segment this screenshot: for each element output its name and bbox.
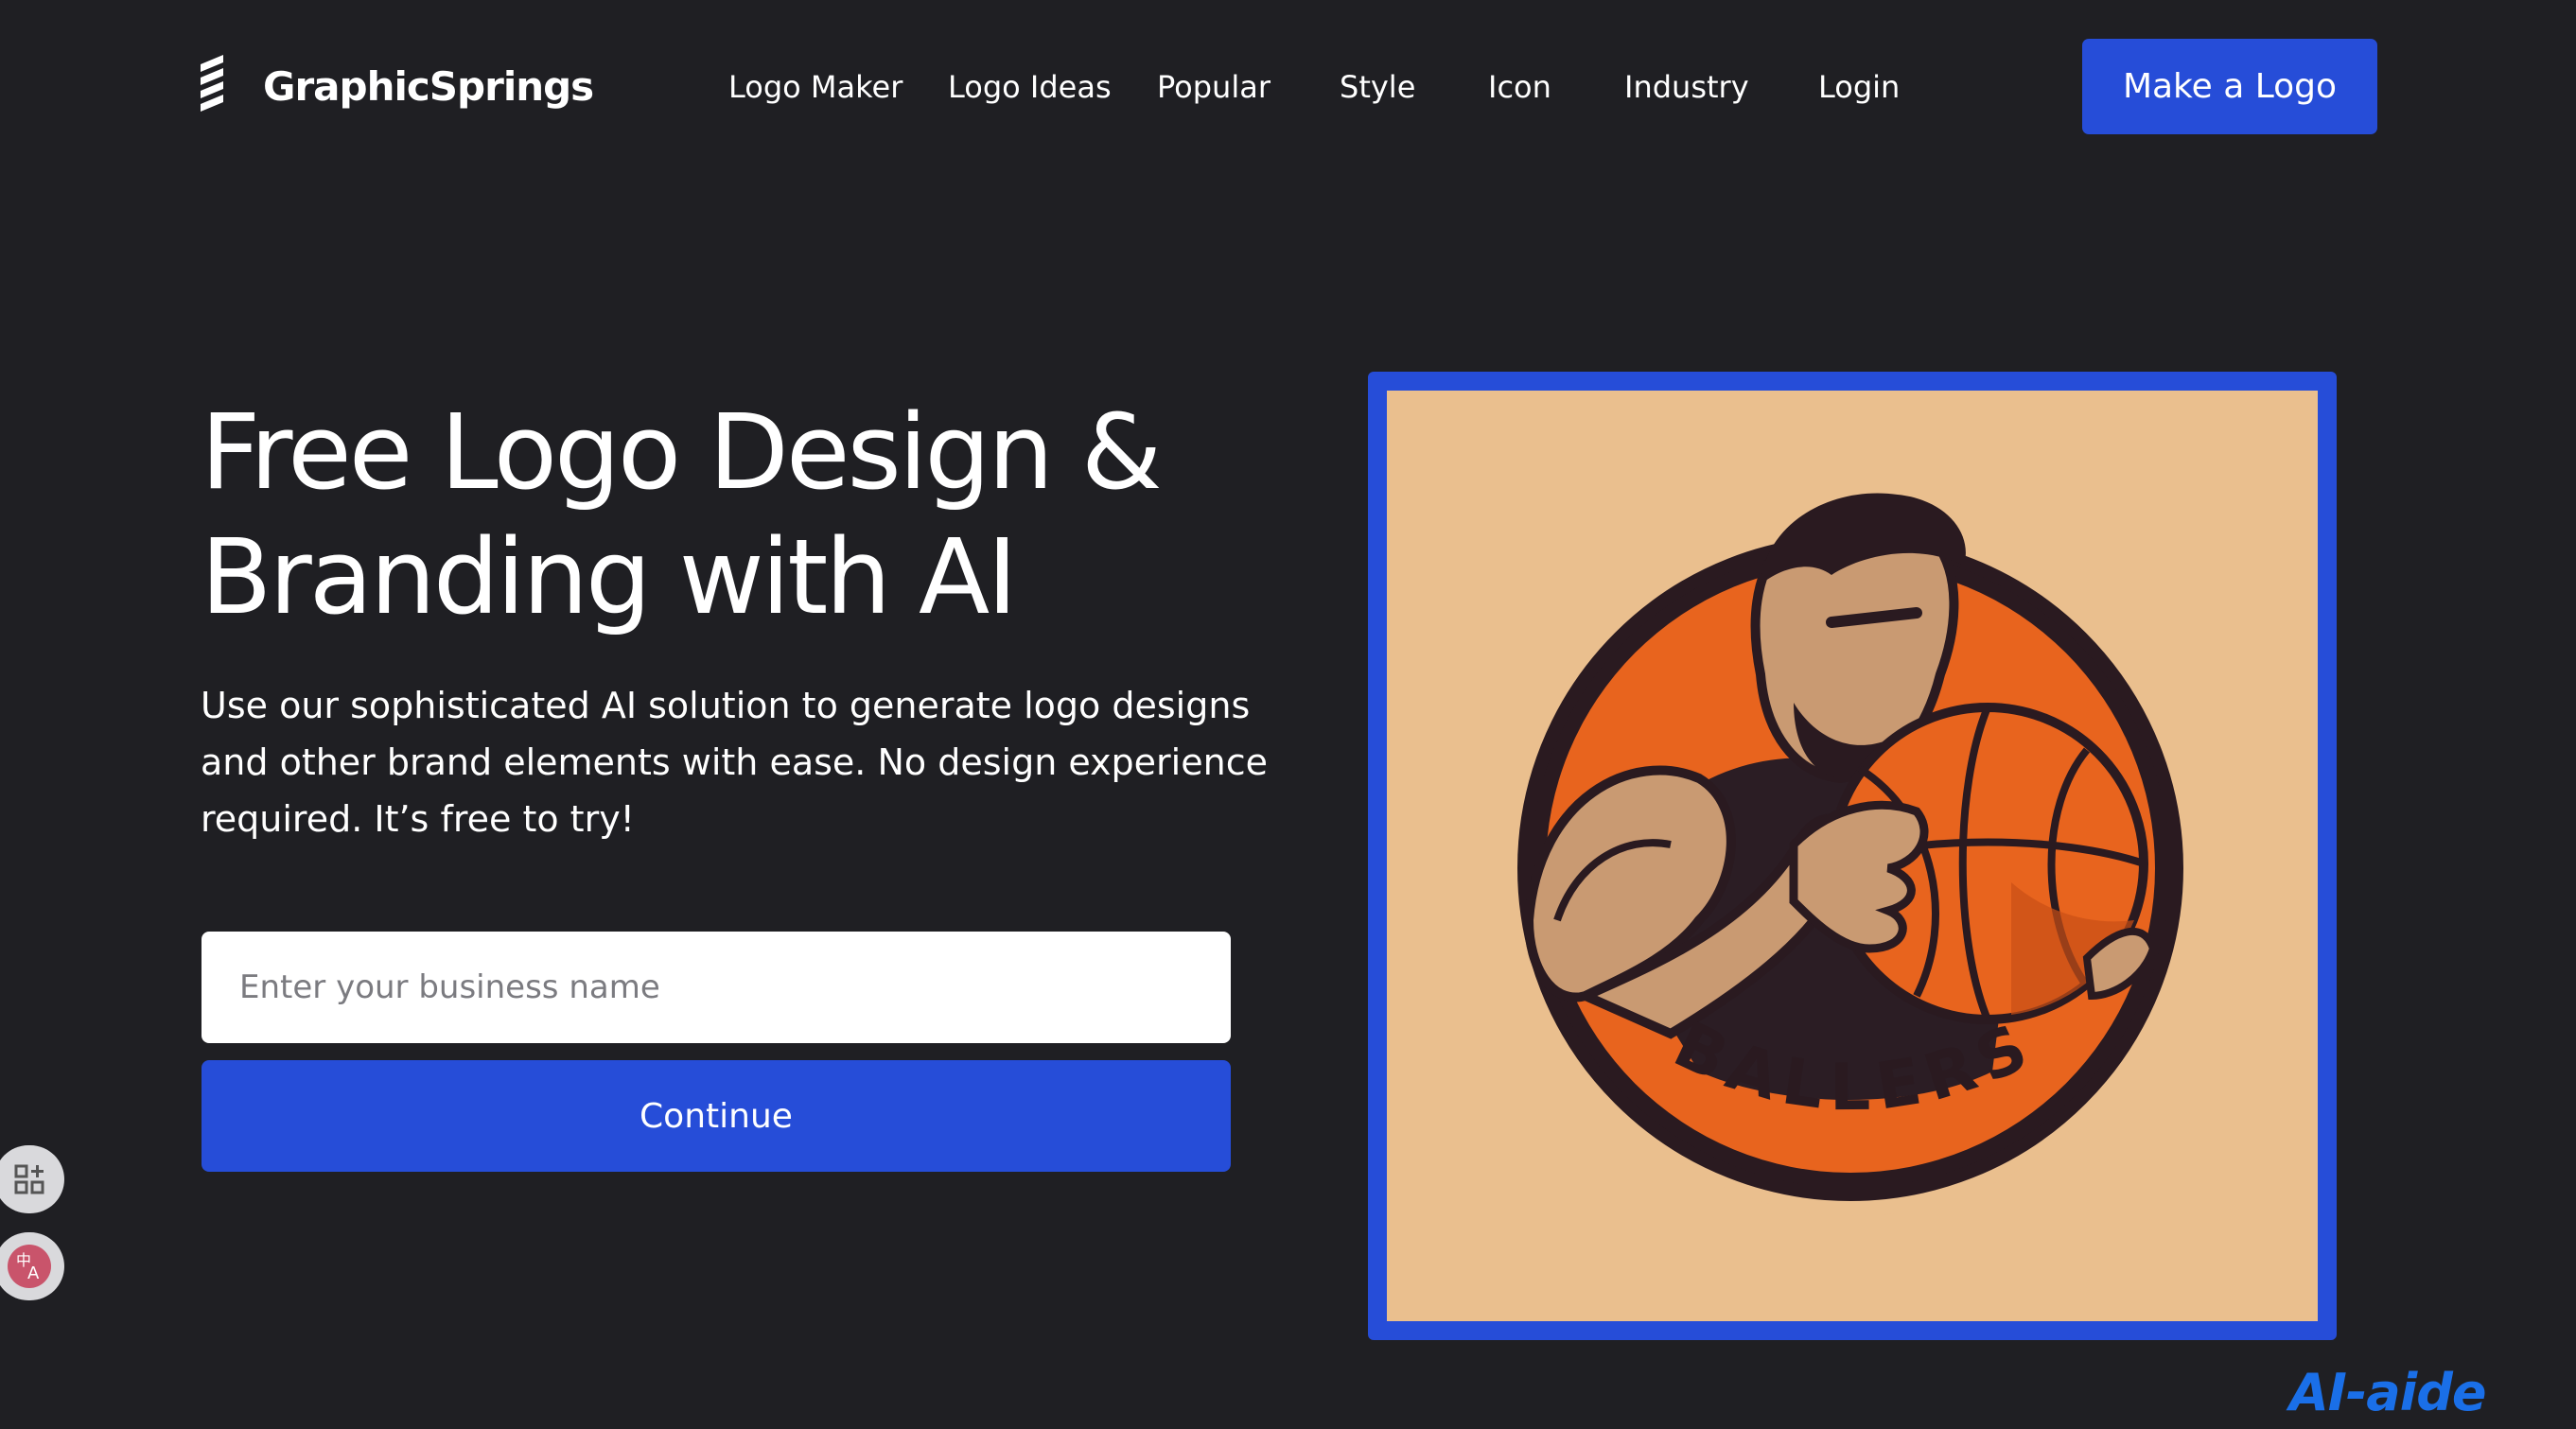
ai-aide-watermark: AI-aide bbox=[2289, 1363, 2487, 1422]
hero-title-line: Free Logo Design & bbox=[201, 392, 1163, 513]
translate-icon[interactable]: 中 A bbox=[0, 1232, 64, 1300]
make-a-logo-button[interactable]: Make a Logo bbox=[2082, 39, 2377, 134]
ballers-mascot-illustration: BALLERS bbox=[1517, 493, 2183, 1321]
hero-description-line: required. It’s free to try! bbox=[201, 798, 635, 840]
hero-title-line: Branding with AI bbox=[201, 516, 1018, 637]
hero-logo-image: BALLERS bbox=[1368, 372, 2337, 1340]
hero-description: Use our sophisticated AI solution to gen… bbox=[201, 677, 1268, 847]
hero-description-line: and other brand elements with ease. No d… bbox=[201, 741, 1268, 783]
graphicsprings-logo-icon[interactable] bbox=[199, 55, 227, 115]
nav-industry[interactable]: Industry bbox=[1624, 66, 1749, 108]
apps-add-icon[interactable] bbox=[0, 1145, 64, 1213]
nav-popular[interactable]: Popular bbox=[1157, 66, 1270, 108]
hero-title: Free Logo Design & Branding with AI bbox=[201, 390, 1336, 639]
continue-button[interactable]: Continue bbox=[202, 1060, 1231, 1172]
brand-name[interactable]: GraphicSprings bbox=[263, 57, 594, 117]
business-name-input[interactable] bbox=[202, 932, 1231, 1043]
nav-icon[interactable]: Icon bbox=[1488, 66, 1551, 108]
nav-login[interactable]: Login bbox=[1818, 66, 1900, 108]
nav-logo-maker[interactable]: Logo Maker bbox=[728, 66, 902, 108]
nav-style[interactable]: Style bbox=[1340, 66, 1415, 108]
page: GraphicSprings Logo Maker Logo Ideas Pop… bbox=[0, 0, 2576, 1429]
hero-description-line: Use our sophisticated AI solution to gen… bbox=[201, 685, 1251, 726]
nav-logo-ideas[interactable]: Logo Ideas bbox=[948, 66, 1112, 108]
svg-text:A: A bbox=[27, 1263, 40, 1283]
